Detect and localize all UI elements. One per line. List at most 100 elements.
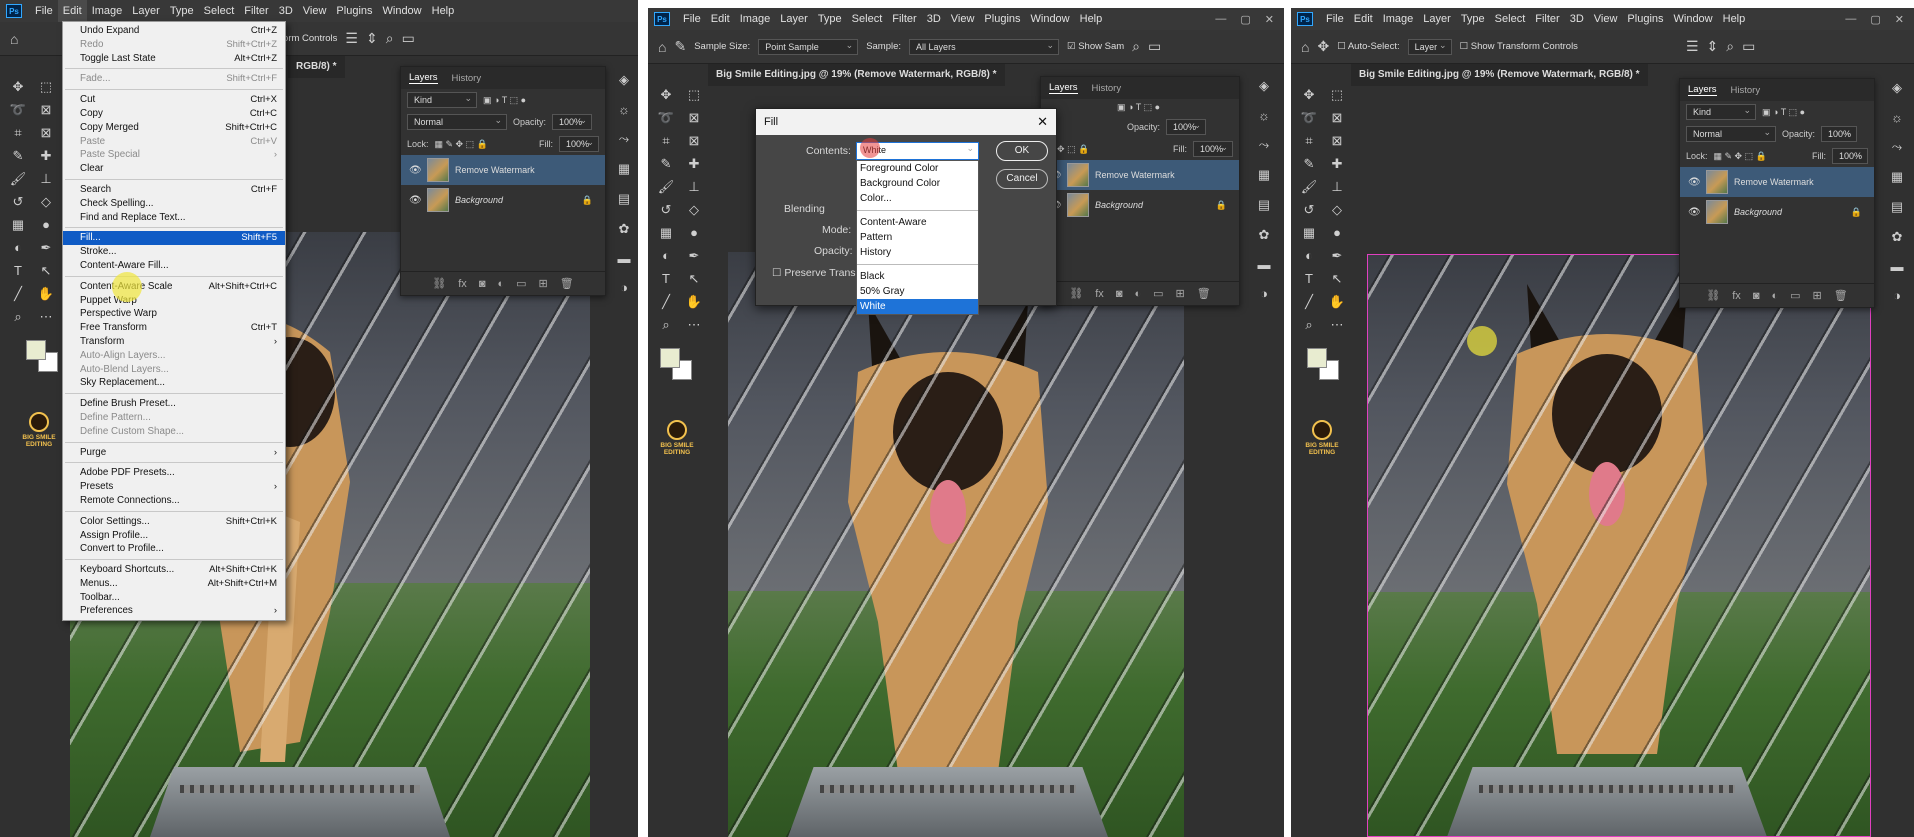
- adjustment-icon[interactable]: ◐: [1771, 290, 1778, 302]
- home-icon[interactable]: ⌂: [1301, 39, 1309, 55]
- pen-icon[interactable]: ✒: [1323, 247, 1351, 264]
- mask-icon[interactable]: ◙: [1116, 288, 1123, 300]
- lasso-tool-icon[interactable]: ➰: [4, 101, 32, 118]
- new-layer-icon[interactable]: ⊞: [1176, 287, 1185, 300]
- menu-filter[interactable]: Filter: [887, 8, 921, 30]
- menu-filter[interactable]: Filter: [239, 0, 273, 22]
- group-icon[interactable]: ▭: [516, 277, 526, 290]
- edit-menu-item[interactable]: Toolbar...: [63, 591, 285, 605]
- trash-icon[interactable]: 🗑: [560, 277, 574, 290]
- zoom-tool-icon[interactable]: ⌕: [4, 308, 32, 325]
- pen-icon[interactable]: ✒: [32, 239, 60, 256]
- menu-help[interactable]: Help: [1718, 8, 1751, 30]
- edit-menu-item[interactable]: Check Spelling...: [63, 197, 285, 211]
- edit-menu-item[interactable]: Color Settings... Shift+Ctrl+K: [63, 515, 285, 529]
- channels-icon[interactable]: ▦: [618, 161, 630, 177]
- edit-menu-item[interactable]: Keyboard Shortcuts... Alt+Shift+Ctrl+K: [63, 563, 285, 577]
- edit-menu-item[interactable]: Sky Replacement...: [63, 376, 285, 390]
- edit-menu-item[interactable]: Content-Aware ScaleAlt+Shift+Ctrl+C: [63, 280, 285, 294]
- tab-layers[interactable]: Layers: [1049, 82, 1078, 94]
- line-tool-icon[interactable]: ╱: [652, 293, 680, 310]
- layer-kind-filter[interactable]: Kind: [407, 91, 477, 108]
- minimize-icon[interactable]: —: [1215, 13, 1226, 26]
- zoom-tool-icon[interactable]: ⌕: [1295, 316, 1323, 333]
- line-tool-icon[interactable]: ╱: [4, 285, 32, 302]
- document-canvas[interactable]: [1367, 254, 1871, 837]
- gradient-icon[interactable]: ▬: [1891, 259, 1904, 274]
- foreground-color-swatch[interactable]: [1307, 348, 1327, 368]
- brush-icon[interactable]: 🖌: [652, 178, 680, 195]
- menu-file[interactable]: File: [1321, 8, 1349, 30]
- maximize-icon[interactable]: ▢: [1240, 13, 1250, 26]
- menu-select[interactable]: Select: [199, 0, 240, 22]
- trash-icon[interactable]: 🗑: [1197, 287, 1211, 300]
- gradient-icon[interactable]: ▦: [1295, 224, 1323, 241]
- new-layer-icon[interactable]: ⊞: [539, 277, 548, 290]
- history-brush-icon[interactable]: ↺: [4, 193, 32, 210]
- document-tab[interactable]: Big Smile Editing.jpg @ 19% (Remove Wate…: [1351, 64, 1648, 86]
- contents-option[interactable]: Content-Aware: [857, 215, 978, 230]
- zoom-tool-icon[interactable]: ⌕: [652, 316, 680, 333]
- show-transform-checkbox[interactable]: ☐ Show Transform Controls: [1460, 41, 1578, 52]
- workspace-icon[interactable]: ▭: [1148, 38, 1161, 55]
- contents-option[interactable]: 50% Gray: [857, 284, 978, 299]
- frame-tool-icon[interactable]: ⊠: [1323, 132, 1351, 149]
- layer-background[interactable]: 👁 Background 🔒: [401, 185, 605, 215]
- eye-icon[interactable]: 👁: [1688, 177, 1701, 188]
- styles-icon[interactable]: ◑: [620, 280, 628, 295]
- crop-tool-icon[interactable]: ⌗: [1295, 132, 1323, 149]
- fx-icon[interactable]: fx: [1732, 290, 1741, 302]
- gradient-icon[interactable]: ▬: [1258, 257, 1271, 272]
- type-tool-icon[interactable]: T: [1295, 270, 1323, 287]
- edit-menu-item[interactable]: Copy Merged Shift+Ctrl+C: [63, 121, 285, 135]
- document-canvas[interactable]: [728, 252, 1184, 837]
- adjust-icon[interactable]: ☼: [1891, 110, 1903, 125]
- document-tab[interactable]: RGB/8) *: [288, 56, 345, 78]
- edit-menu-item[interactable]: Free Transform Ctrl+T: [63, 321, 285, 335]
- edit-menu-item[interactable]: Content-Aware Fill...: [63, 259, 285, 273]
- styles-icon[interactable]: ◑: [1893, 288, 1901, 303]
- gradient-icon[interactable]: ▦: [652, 224, 680, 241]
- blur-icon[interactable]: ●: [32, 216, 60, 233]
- menu-plugins[interactable]: Plugins: [979, 8, 1025, 30]
- mask-icon[interactable]: ◙: [1753, 290, 1760, 302]
- stamp-icon[interactable]: ⊥: [1323, 178, 1351, 195]
- edit-menu-item[interactable]: Cut Ctrl+X: [63, 93, 285, 107]
- frame-tool-icon[interactable]: ⊠: [680, 132, 708, 149]
- swatches-icon[interactable]: ▤: [1891, 199, 1903, 215]
- contents-option[interactable]: Color...: [857, 191, 978, 206]
- home-icon[interactable]: ⌂: [10, 31, 18, 47]
- blur-icon[interactable]: ●: [680, 224, 708, 241]
- more-tools-icon[interactable]: ⋯: [680, 316, 708, 333]
- edit-menu-item[interactable]: Define Brush Preset...: [63, 397, 285, 411]
- stamp-icon[interactable]: ⊥: [680, 178, 708, 195]
- tab-layers[interactable]: Layers: [409, 72, 438, 84]
- dodge-icon[interactable]: ◐: [652, 247, 680, 264]
- menu-layer[interactable]: Layer: [1418, 8, 1456, 30]
- contents-option[interactable]: History: [857, 245, 978, 260]
- lasso-tool-icon[interactable]: ➰: [1295, 109, 1323, 126]
- foreground-color-swatch[interactable]: [26, 340, 46, 360]
- color-icon[interactable]: ✿: [619, 221, 630, 237]
- group-icon[interactable]: ▭: [1153, 287, 1163, 300]
- trash-icon[interactable]: 🗑: [1834, 289, 1848, 302]
- menu-view[interactable]: View: [946, 8, 980, 30]
- menu-plugins[interactable]: Plugins: [331, 0, 377, 22]
- edit-menu-item[interactable]: Menus... Alt+Shift+Ctrl+M: [63, 577, 285, 591]
- preserve-transparency-checkbox[interactable]: ☐ Preserve Trans: [772, 267, 856, 279]
- healing-icon[interactable]: ✚: [680, 155, 708, 172]
- path-select-icon[interactable]: ↖: [680, 270, 708, 287]
- menu-view[interactable]: View: [1589, 8, 1623, 30]
- pen-icon[interactable]: ✒: [680, 247, 708, 264]
- lasso-tool-icon[interactable]: ➰: [652, 109, 680, 126]
- layer-remove-watermark[interactable]: 👁 Remove Watermark: [401, 155, 605, 185]
- blend-mode-select[interactable]: Normal: [1686, 125, 1776, 142]
- workspace-icon[interactable]: ▭: [1742, 38, 1755, 55]
- close-icon[interactable]: ✕: [1037, 109, 1048, 135]
- brush-icon[interactable]: 🖌: [4, 170, 32, 187]
- menu-type[interactable]: Type: [165, 0, 199, 22]
- hand-tool-icon[interactable]: ✋: [680, 293, 708, 310]
- object-select-icon[interactable]: ⊠: [32, 101, 60, 118]
- color-icon[interactable]: ✿: [1892, 229, 1903, 245]
- eye-icon[interactable]: 👁: [409, 165, 422, 176]
